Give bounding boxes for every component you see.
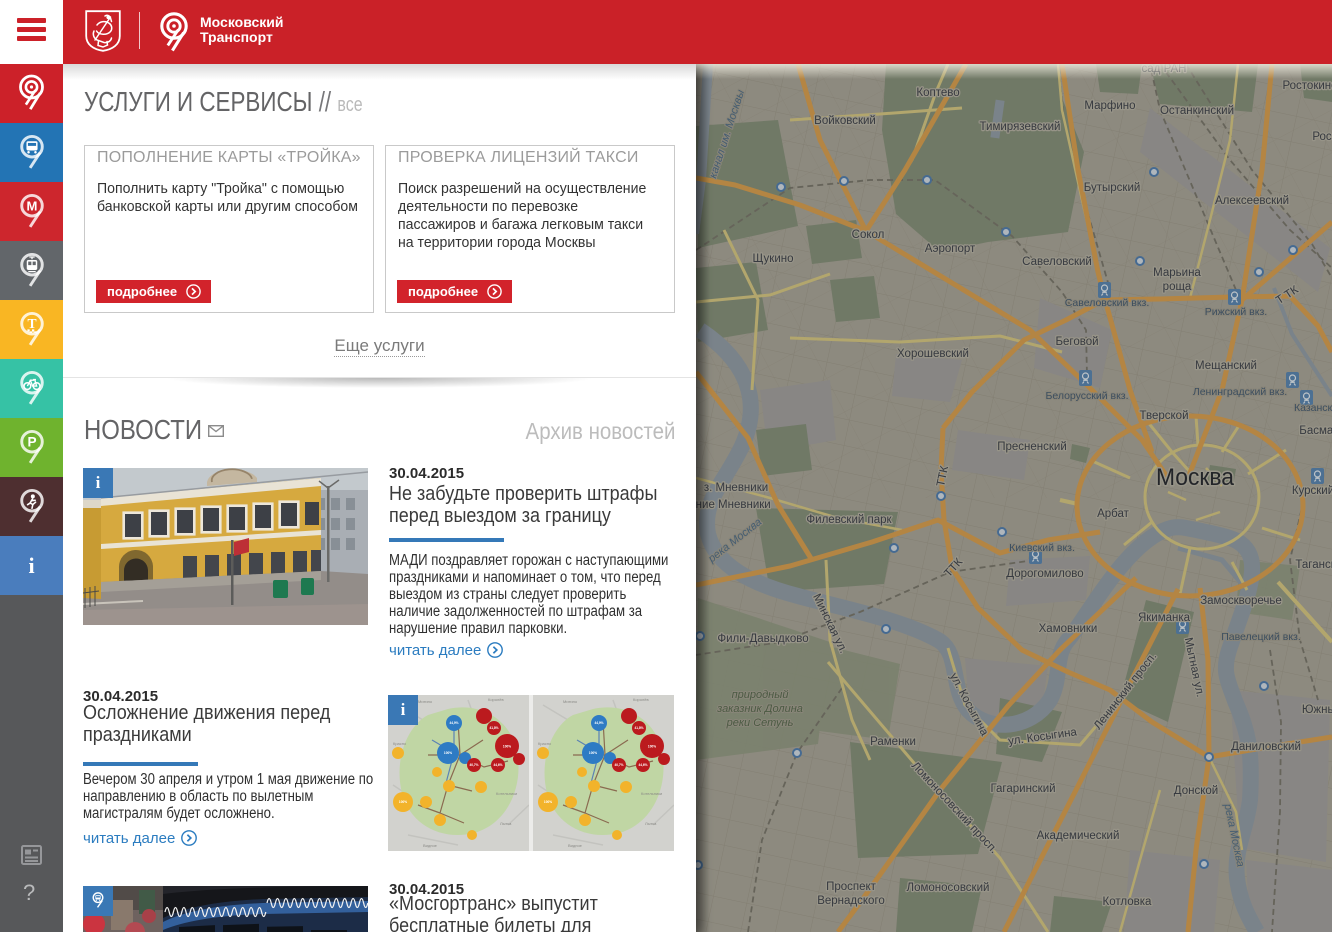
svg-text:100%: 100% <box>399 800 407 804</box>
svg-text:P: P <box>27 434 36 449</box>
svg-text:Видное: Видное <box>423 843 438 848</box>
svg-text:40,7%: 40,7% <box>469 763 478 767</box>
svg-text:Лытка: Лытка <box>500 821 512 826</box>
svg-text:Королёв: Королёв <box>488 697 504 702</box>
svg-text:44,9%: 44,9% <box>449 721 458 725</box>
svg-text:100%: 100% <box>444 751 452 755</box>
svg-text:41,8%: 41,8% <box>489 726 498 730</box>
svg-text:Т: Т <box>27 315 36 330</box>
svg-text:Красно: Красно <box>393 741 407 746</box>
svg-text:Котельники: Котельники <box>496 791 517 796</box>
svg-text:Митино: Митино <box>418 699 433 704</box>
svg-text:100%: 100% <box>503 745 511 749</box>
svg-text:М: М <box>26 198 37 213</box>
svg-text:44,6%: 44,6% <box>493 763 502 767</box>
